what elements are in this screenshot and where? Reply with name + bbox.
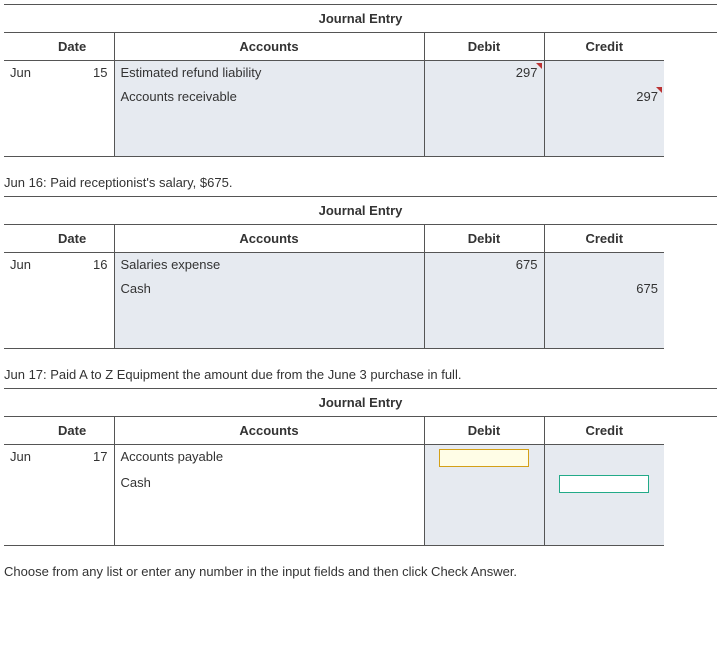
header-debit: Debit: [424, 417, 544, 445]
narration-2: Jun 16: Paid receptionist's salary, $675…: [4, 175, 717, 190]
credit-input[interactable]: [559, 475, 649, 493]
journal-table-1: Date Accounts Debit Credit Jun 15 Estima…: [4, 33, 664, 157]
table-row: Jun 15 Estimated refund liability 297: [4, 61, 664, 85]
month-cell: Jun: [4, 445, 54, 472]
table-row: [4, 109, 664, 133]
journal-title: Journal Entry: [4, 4, 717, 33]
account-cell[interactable]: Cash: [114, 277, 424, 301]
debit-cell[interactable]: 297: [424, 61, 544, 85]
credit-input-cell[interactable]: [544, 471, 664, 497]
header-date: Date: [54, 417, 114, 445]
header-date: Date: [54, 225, 114, 253]
narration-3: Jun 17: Paid A to Z Equipment the amount…: [4, 367, 717, 382]
month-cell: Jun: [4, 61, 54, 85]
day-cell: 16: [54, 253, 114, 277]
table-row: Cash: [4, 471, 664, 497]
account-cell[interactable]: Estimated refund liability: [114, 61, 424, 85]
credit-cell[interactable]: [544, 445, 664, 472]
journal-block-2: Journal Entry Date Accounts Debit Credit…: [4, 196, 717, 349]
table-row: Jun 16 Salaries expense 675: [4, 253, 664, 277]
debit-cell[interactable]: [424, 85, 544, 109]
journal-table-2: Date Accounts Debit Credit Jun 16 Salari…: [4, 225, 664, 349]
header-credit: Credit: [544, 225, 664, 253]
journal-title: Journal Entry: [4, 388, 717, 417]
journal-block-3: Journal Entry Date Accounts Debit Credit…: [4, 388, 717, 546]
header-accounts: Accounts: [114, 33, 424, 61]
account-cell[interactable]: Cash: [114, 471, 424, 497]
table-row: Accounts receivable 297: [4, 85, 664, 109]
account-cell[interactable]: Accounts receivable: [114, 85, 424, 109]
table-row: Jun 17 Accounts payable: [4, 445, 664, 472]
credit-cell[interactable]: 675: [544, 277, 664, 301]
table-row: [4, 133, 664, 157]
table-row: [4, 497, 664, 521]
journal-title: Journal Entry: [4, 196, 717, 225]
debit-cell[interactable]: [424, 471, 544, 497]
debit-cell[interactable]: 675: [424, 253, 544, 277]
flag-icon: [656, 87, 662, 93]
journal-table-3: Date Accounts Debit Credit Jun 17 Accoun…: [4, 417, 664, 546]
credit-cell[interactable]: 297: [544, 85, 664, 109]
credit-cell[interactable]: [544, 61, 664, 85]
flag-icon: [536, 63, 542, 69]
table-row: [4, 325, 664, 349]
account-cell[interactable]: Accounts payable: [114, 445, 424, 472]
header-date: Date: [54, 33, 114, 61]
header-accounts: Accounts: [114, 417, 424, 445]
debit-cell[interactable]: [424, 277, 544, 301]
journal-block-1: Journal Entry Date Accounts Debit Credit…: [4, 4, 717, 157]
table-row: [4, 301, 664, 325]
header-accounts: Accounts: [114, 225, 424, 253]
debit-input[interactable]: [439, 449, 529, 467]
account-cell[interactable]: Salaries expense: [114, 253, 424, 277]
day-cell: 17: [54, 445, 114, 472]
footer-note: Choose from any list or enter any number…: [4, 564, 717, 579]
table-row: [4, 521, 664, 545]
table-row: Cash 675: [4, 277, 664, 301]
debit-input-cell[interactable]: [424, 445, 544, 472]
month-cell: Jun: [4, 253, 54, 277]
day-cell: 15: [54, 61, 114, 85]
credit-cell[interactable]: [544, 253, 664, 277]
header-credit: Credit: [544, 33, 664, 61]
header-date-blank: [4, 33, 54, 61]
header-debit: Debit: [424, 225, 544, 253]
header-credit: Credit: [544, 417, 664, 445]
header-debit: Debit: [424, 33, 544, 61]
